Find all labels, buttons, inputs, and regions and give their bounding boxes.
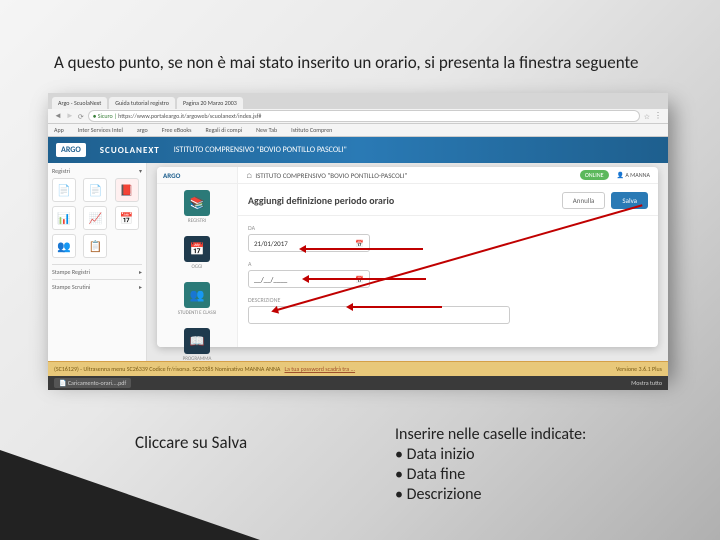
sidebar-icon[interactable]: 📕 <box>115 178 139 202</box>
reload-icon[interactable]: ⟳ <box>78 112 84 121</box>
browser-tab[interactable]: Pagina 20 Marzo 2003 <box>177 97 243 109</box>
sidebar-section[interactable]: Stampe Registri▸ <box>52 264 142 276</box>
online-badge: ONLINE <box>580 170 609 180</box>
input-descrizione[interactable] <box>248 306 510 324</box>
bookmarks-bar: App Inter Services Intel argo Free eBook… <box>48 124 668 137</box>
school-name: ISTITUTO COMPRENSIVO "BOVIO PONTILLO PAS… <box>174 145 347 155</box>
star-icon[interactable]: ☆ <box>644 112 650 121</box>
modal-dialog: ARGO 📚 REGISTRI 📅 OGGI 👥 STUDENTI E CLAS… <box>157 167 658 347</box>
cancel-button[interactable]: Annulla <box>562 192 606 209</box>
form-title: Aggiungi definizione periodo orario <box>248 194 394 207</box>
annotation-arrow <box>305 248 423 250</box>
programma-icon: 📖 <box>184 328 210 354</box>
sidebar-icon[interactable]: 📊 <box>52 206 76 230</box>
browser-tab-strip: Argo - ScuolaNext Guida tutorial registr… <box>48 93 668 109</box>
annotation-arrow <box>308 278 426 280</box>
sidebar-section[interactable]: Stampe Scrutini▸ <box>52 279 142 291</box>
browser-tab[interactable]: Guida tutorial registro <box>109 97 175 109</box>
sidebar: Registri ▾ 📄 📄 📕 📊 📈 📅 👥 📋 Stampe Regist… <box>48 163 147 361</box>
sidebar-icon[interactable]: 📅 <box>115 206 139 230</box>
bookmark-item[interactable]: Istituto Compren <box>291 126 332 134</box>
caption-right: Inserire nelle caselle indicate: Data in… <box>395 425 586 505</box>
bookmark-item[interactable]: Regali di compi <box>205 126 242 134</box>
menu-item-studenti[interactable]: 👥 STUDENTI E CLASSI <box>157 276 237 322</box>
calendar-icon[interactable]: 📅 <box>355 239 364 248</box>
menu-icon[interactable]: ⋮ <box>654 111 662 121</box>
home-icon[interactable]: ⌂ <box>246 171 252 180</box>
browser-tab[interactable]: Argo - ScuolaNext <box>52 97 107 109</box>
menu-item-oggi[interactable]: 📅 OGGI <box>157 230 237 276</box>
menu-item-registri[interactable]: 📚 REGISTRI <box>157 184 237 230</box>
sidebar-label: Registri ▾ <box>52 167 142 175</box>
sidebar-icon[interactable]: 👥 <box>52 234 76 258</box>
bookmark-item[interactable]: Inter Services Intel <box>78 126 123 134</box>
app-header: ARGO SCUOLANEXT ISTITUTO COMPRENSIVO "BO… <box>48 137 668 163</box>
bookmark-item[interactable]: New Tab <box>256 126 277 134</box>
sidebar-icon[interactable]: 📄 <box>52 178 76 202</box>
status-bar: (SC16129) - Ultrasenna menu SC26339 Codi… <box>48 361 668 376</box>
product-name: SCUOLANEXT <box>100 145 160 156</box>
show-all-button[interactable]: Mostra tutto <box>631 379 662 387</box>
back-icon[interactable]: ◄ <box>54 111 62 121</box>
save-button[interactable]: Salva <box>611 192 648 209</box>
screenshot-container: Argo - ScuolaNext Guida tutorial registr… <box>48 93 668 373</box>
menu-item-programma[interactable]: 📖 PROGRAMMA <box>157 322 237 368</box>
download-bar: 📄 Caricamento-orari....pdf Mostra tutto <box>48 376 668 390</box>
bookmark-item[interactable]: Free eBooks <box>162 126 192 134</box>
address-bar: ◄ ► ⟳ ● Sicuro | https://www.portaleargo… <box>48 109 668 124</box>
download-chip[interactable]: 📄 Caricamento-orari....pdf <box>54 378 131 388</box>
sidebar-icon[interactable]: 📈 <box>83 206 107 230</box>
modal-titlebar: ⌂ ISTITUTO COMPRENSIVO "BOVIO PONTILLO-P… <box>238 167 658 184</box>
annotation-arrow <box>352 306 442 308</box>
studenti-icon: 👥 <box>184 282 210 308</box>
slide-top-text: A questo punto, se non è mai stato inser… <box>54 52 680 74</box>
bookmark-item[interactable]: App <box>54 126 64 134</box>
decorative-corner <box>0 450 260 540</box>
modal-brand: ARGO <box>157 167 237 184</box>
oggi-icon: 📅 <box>184 236 210 262</box>
label-da: DA <box>248 224 648 232</box>
user-name[interactable]: 👤 A MANNA <box>617 171 650 179</box>
modal-menu: ARGO 📚 REGISTRI 📅 OGGI 👥 STUDENTI E CLAS… <box>157 167 238 347</box>
password-link[interactable]: La tua password scadrà tra ... <box>284 365 355 373</box>
sidebar-icon[interactable]: 📄 <box>83 178 107 202</box>
url-field[interactable]: ● Sicuro | https://www.portaleargo.it/ar… <box>88 110 640 122</box>
registri-icon: 📚 <box>184 190 210 216</box>
forward-icon[interactable]: ► <box>66 111 74 121</box>
sidebar-icon[interactable]: 📋 <box>83 234 107 258</box>
argo-logo: ARGO <box>56 143 86 157</box>
bookmark-item[interactable]: argo <box>137 126 148 134</box>
